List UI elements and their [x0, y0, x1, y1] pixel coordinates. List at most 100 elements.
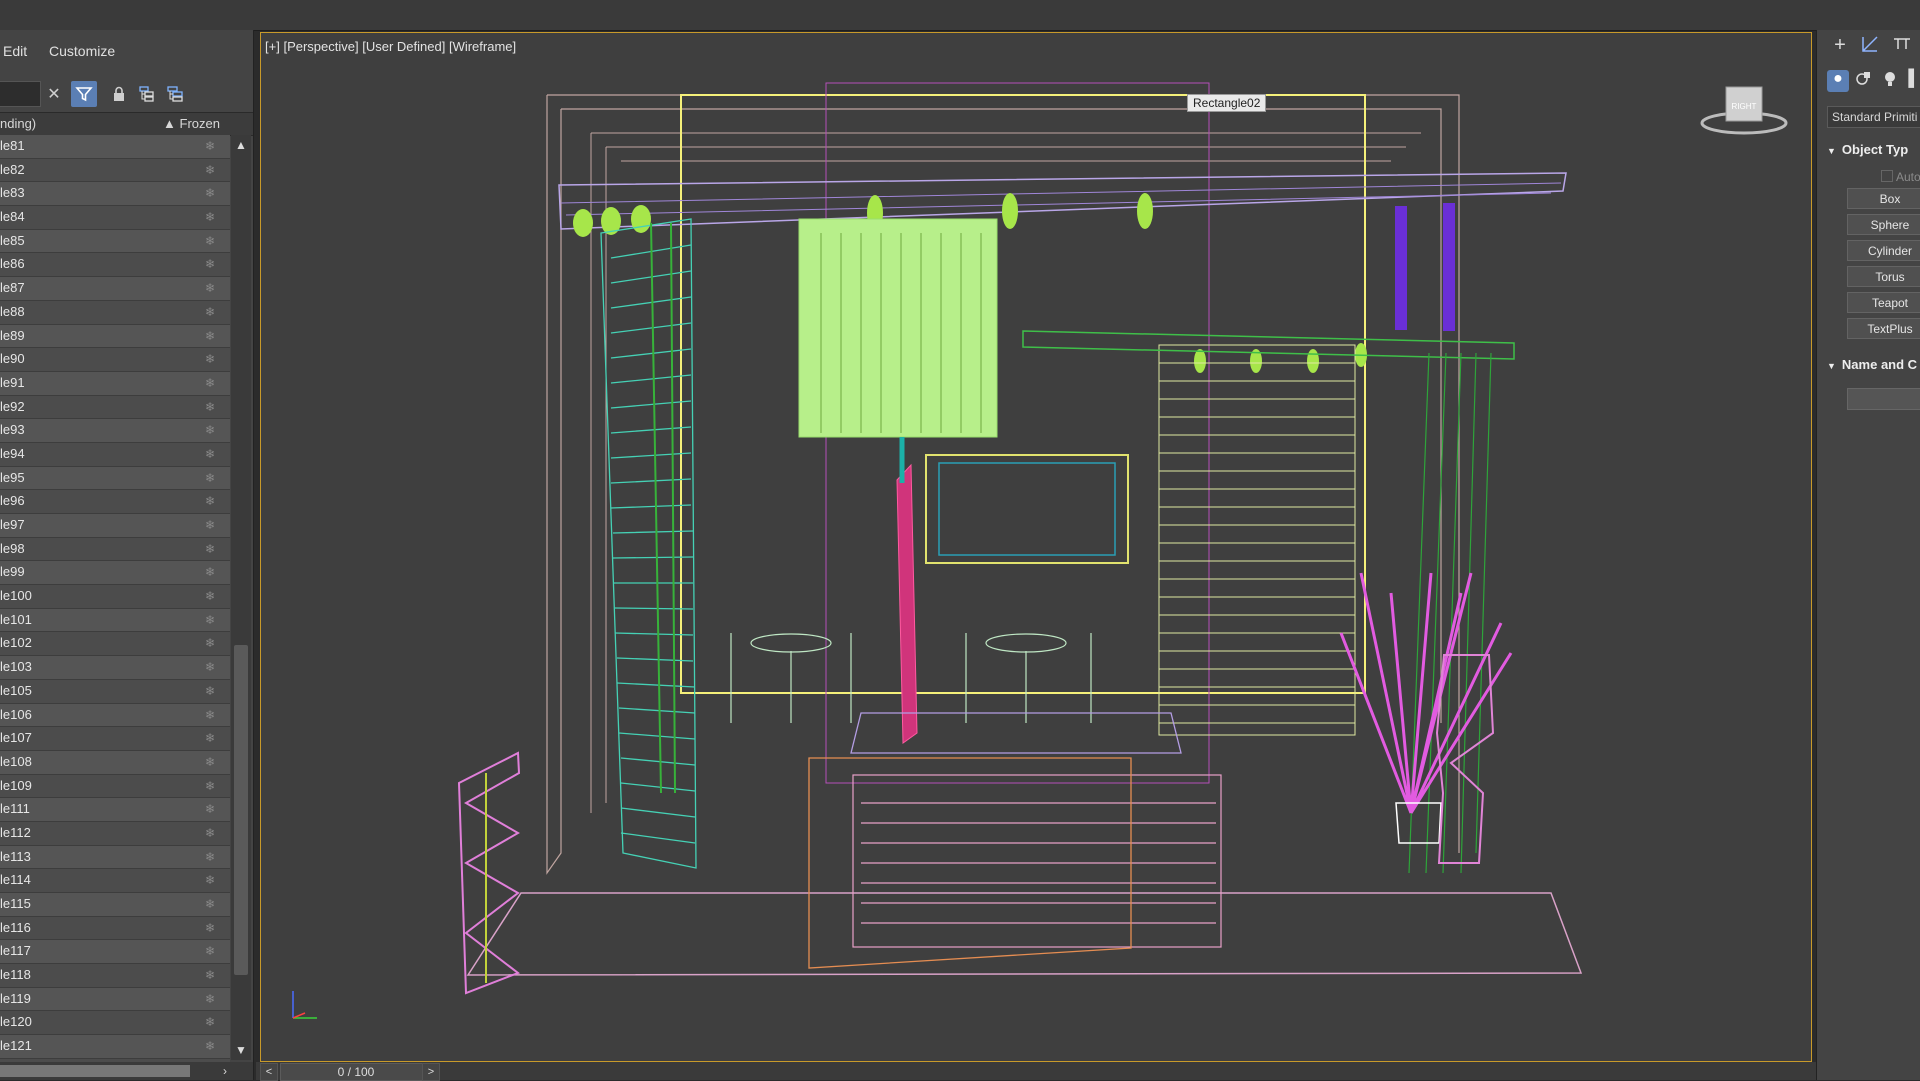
list-item[interactable]: le113 ❄ — [0, 845, 230, 870]
modify-tab-icon[interactable] — [1857, 34, 1883, 60]
search-input[interactable] — [0, 81, 41, 107]
freeze-toggle-icon[interactable]: ❄ — [205, 419, 215, 441]
scroll-right-icon[interactable]: › — [215, 1062, 235, 1080]
lock-icon[interactable] — [106, 81, 132, 107]
create-tab-plus-icon[interactable]: + — [1827, 34, 1853, 60]
box-button[interactable]: Box — [1847, 188, 1920, 209]
freeze-toggle-icon[interactable]: ❄ — [205, 775, 215, 797]
filter-icon[interactable] — [71, 81, 97, 107]
freeze-toggle-icon[interactable]: ❄ — [205, 585, 215, 607]
freeze-toggle-icon[interactable]: ❄ — [205, 940, 215, 962]
list-item[interactable]: le85 ❄ — [0, 229, 230, 254]
freeze-toggle-icon[interactable]: ❄ — [205, 277, 215, 299]
list-item[interactable]: le108 ❄ — [0, 750, 230, 775]
viewport-menu-plus[interactable]: [+] — [265, 39, 280, 54]
object-name-field[interactable] — [1847, 388, 1920, 410]
freeze-toggle-icon[interactable]: ❄ — [205, 561, 215, 583]
column-name-header[interactable]: nding) — [0, 116, 36, 131]
name-and-color-rollout[interactable]: ▼ Name and C — [1827, 357, 1917, 377]
freeze-toggle-icon[interactable]: ❄ — [205, 538, 215, 560]
list-item[interactable]: le118 ❄ — [0, 964, 230, 988]
freeze-toggle-icon[interactable]: ❄ — [205, 609, 215, 631]
freeze-toggle-icon[interactable]: ❄ — [205, 182, 215, 204]
hierarchy-icon[interactable] — [134, 81, 160, 107]
list-item[interactable]: le87 ❄ — [0, 277, 230, 301]
freeze-toggle-icon[interactable]: ❄ — [205, 372, 215, 394]
list-item[interactable]: le90 ❄ — [0, 348, 230, 372]
freeze-toggle-icon[interactable]: ❄ — [205, 964, 215, 986]
freeze-toggle-icon[interactable]: ❄ — [205, 869, 215, 891]
horizontal-scrollbar[interactable]: › — [0, 1062, 253, 1080]
list-item[interactable]: le109 ❄ — [0, 774, 230, 799]
cylinder-button[interactable]: Cylinder — [1847, 240, 1920, 261]
list-item[interactable]: le120 ❄ — [0, 1011, 230, 1036]
time-next-button[interactable]: > — [422, 1063, 440, 1081]
list-item[interactable]: le121 ❄ — [0, 1035, 230, 1059]
menu-edit[interactable]: Edit — [3, 43, 27, 59]
freeze-toggle-icon[interactable]: ❄ — [205, 846, 215, 868]
object-type-rollout[interactable]: ▼ Object Typ — [1827, 142, 1908, 162]
menu-customize[interactable]: Customize — [49, 43, 115, 59]
freeze-toggle-icon[interactable]: ❄ — [205, 396, 215, 418]
list-item[interactable]: le105 ❄ — [0, 679, 230, 704]
cameras-icon[interactable]: ▌ — [1903, 70, 1920, 92]
freeze-toggle-icon[interactable]: ❄ — [205, 632, 215, 654]
list-item[interactable]: le100 ❄ — [0, 585, 230, 609]
freeze-toggle-icon[interactable]: ❄ — [205, 253, 215, 275]
freeze-toggle-icon[interactable]: ❄ — [205, 680, 215, 702]
list-item[interactable]: le99 ❄ — [0, 561, 230, 586]
vertical-scrollbar[interactable]: ▲ ▼ — [231, 135, 251, 1060]
viewport-view-menu[interactable]: [Perspective] — [283, 39, 358, 54]
freeze-toggle-icon[interactable]: ❄ — [205, 704, 215, 726]
list-item[interactable]: le102 ❄ — [0, 632, 230, 657]
freeze-toggle-icon[interactable]: ❄ — [205, 467, 215, 489]
freeze-toggle-icon[interactable]: ❄ — [205, 490, 215, 512]
list-item[interactable]: le82 ❄ — [0, 158, 230, 183]
list-item[interactable]: le114 ❄ — [0, 869, 230, 893]
list-item[interactable]: le117 ❄ — [0, 940, 230, 965]
teapot-button[interactable]: Teapot — [1847, 292, 1920, 313]
list-item[interactable]: le111 ❄ — [0, 798, 230, 822]
list-item[interactable]: le89 ❄ — [0, 324, 230, 349]
list-item[interactable]: le93 ❄ — [0, 419, 230, 443]
scroll-thumb[interactable] — [234, 645, 248, 975]
horizontal-scroll-thumb[interactable] — [0, 1065, 190, 1077]
list-item[interactable]: le119 ❄ — [0, 987, 230, 1012]
freeze-toggle-icon[interactable]: ❄ — [205, 443, 215, 465]
list-item[interactable]: le88 ❄ — [0, 300, 230, 325]
freeze-toggle-icon[interactable]: ❄ — [205, 514, 215, 536]
freeze-toggle-icon[interactable]: ❄ — [205, 301, 215, 323]
freeze-toggle-icon[interactable]: ❄ — [205, 893, 215, 915]
layer-icon[interactable] — [162, 81, 188, 107]
list-item[interactable]: le84 ❄ — [0, 206, 230, 230]
list-item[interactable]: le116 ❄ — [0, 916, 230, 941]
list-item[interactable]: le83 ❄ — [0, 182, 230, 207]
time-slider-thumb[interactable]: 0 / 100 — [280, 1063, 432, 1081]
list-item[interactable]: le101 ❄ — [0, 608, 230, 633]
column-frozen-header[interactable]: ▲ Frozen — [163, 116, 220, 131]
freeze-toggle-icon[interactable]: ❄ — [205, 325, 215, 347]
list-item[interactable]: le96 ❄ — [0, 490, 230, 514]
list-item[interactable]: le97 ❄ — [0, 514, 230, 538]
list-item[interactable]: le86 ❄ — [0, 253, 230, 278]
scroll-down-icon[interactable]: ▼ — [231, 1040, 251, 1060]
list-item[interactable]: le112 ❄ — [0, 821, 230, 846]
viewcube[interactable]: RIGHT — [1699, 81, 1789, 146]
freeze-toggle-icon[interactable]: ❄ — [205, 988, 215, 1010]
clear-icon[interactable]: ✕ — [41, 81, 67, 107]
primitive-category-dropdown[interactable]: Standard Primiti — [1827, 106, 1920, 128]
scroll-up-icon[interactable]: ▲ — [231, 135, 251, 155]
freeze-toggle-icon[interactable]: ❄ — [205, 656, 215, 678]
wireframe-scene[interactable] — [261, 33, 1811, 1061]
list-item[interactable]: le92 ❄ — [0, 395, 230, 420]
time-prev-button[interactable]: < — [260, 1063, 278, 1081]
list-item[interactable]: le115 ❄ — [0, 893, 230, 917]
list-item[interactable]: le98 ❄ — [0, 537, 230, 562]
freeze-toggle-icon[interactable]: ❄ — [205, 917, 215, 939]
viewport-mode-menu[interactable]: [Wireframe] — [449, 39, 516, 54]
freeze-toggle-icon[interactable]: ❄ — [205, 206, 215, 228]
freeze-toggle-icon[interactable]: ❄ — [205, 822, 215, 844]
textplus-button[interactable]: TextPlus — [1847, 318, 1920, 339]
hierarchy-tab-icon[interactable] — [1889, 34, 1915, 60]
freeze-toggle-icon[interactable]: ❄ — [205, 1011, 215, 1033]
